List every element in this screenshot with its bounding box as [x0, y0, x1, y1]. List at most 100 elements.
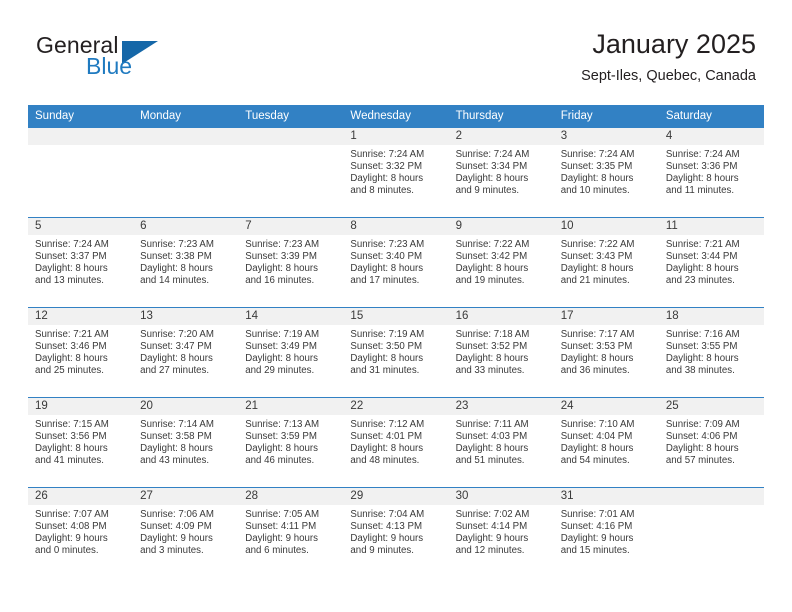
day-cell[interactable]	[28, 128, 134, 217]
day-cell[interactable]: 2 Sunrise: 7:24 AM Sunset: 3:34 PM Dayli…	[448, 128, 554, 217]
day-cell[interactable]: 17 Sunrise: 7:17 AM Sunset: 3:53 PM Dayl…	[553, 308, 659, 397]
day-cell[interactable]: 7 Sunrise: 7:23 AM Sunset: 3:39 PM Dayli…	[238, 218, 344, 307]
daylight-text-line1: Daylight: 8 hours	[455, 442, 529, 454]
weekday-header-sunday: Sunday	[35, 110, 75, 122]
day-number-band: 24	[553, 398, 659, 415]
daylight-text-line2: and 38 minutes.	[665, 364, 735, 376]
day-cell[interactable]	[238, 128, 344, 217]
sunrise-text: Sunrise: 7:01 AM	[560, 509, 635, 520]
sunrise-text: Sunrise: 7:11 AM	[455, 419, 529, 430]
day-number-band: 14	[238, 308, 344, 325]
day-cell[interactable]: 1 Sunrise: 7:24 AM Sunset: 3:32 PM Dayli…	[343, 128, 449, 217]
day-cell[interactable]: 4 Sunrise: 7:24 AM Sunset: 3:36 PM Dayli…	[658, 128, 764, 217]
day-cell[interactable]: 20 Sunrise: 7:14 AM Sunset: 3:58 PM Dayl…	[133, 398, 239, 487]
day-details: Sunrise: 7:23 AM Sunset: 3:40 PM Dayligh…	[343, 235, 448, 287]
day-number: 10	[560, 220, 574, 232]
day-cell[interactable]: 22 Sunrise: 7:12 AM Sunset: 4:01 PM Dayl…	[343, 398, 449, 487]
day-details: Sunrise: 7:24 AM Sunset: 3:37 PM Dayligh…	[28, 235, 133, 287]
day-cell[interactable]: 10 Sunrise: 7:22 AM Sunset: 3:43 PM Dayl…	[553, 218, 659, 307]
sunset-text: Sunset: 4:06 PM	[665, 430, 738, 442]
day-cell[interactable]	[133, 128, 239, 217]
day-details	[133, 145, 238, 149]
calendar-grid: Sunday Monday Tuesday Wednesday Thursday…	[28, 105, 764, 577]
daylight-text-line2: and 43 minutes.	[140, 454, 210, 466]
day-number: 7	[245, 220, 252, 232]
location-subtitle: Sept-Iles, Quebec, Canada	[581, 68, 756, 84]
day-details: Sunrise: 7:24 AM Sunset: 3:34 PM Dayligh…	[449, 145, 554, 197]
sunrise-text: Sunrise: 7:16 AM	[665, 329, 740, 340]
sunset-text: Sunset: 3:37 PM	[35, 250, 107, 262]
daylight-text-line1: Daylight: 9 hours	[245, 532, 318, 544]
day-cell[interactable]: 27 Sunrise: 7:06 AM Sunset: 4:09 PM Dayl…	[133, 488, 239, 577]
daylight-text-line1: Daylight: 8 hours	[245, 262, 318, 274]
day-number: 24	[560, 400, 574, 412]
sunrise-text: Sunrise: 7:04 AM	[350, 509, 425, 520]
day-cell[interactable]: 13 Sunrise: 7:20 AM Sunset: 3:47 PM Dayl…	[133, 308, 239, 397]
sunrise-text: Sunrise: 7:22 AM	[455, 239, 530, 250]
day-number-band: 2	[448, 128, 554, 145]
daylight-text-line1: Daylight: 9 hours	[140, 532, 213, 544]
weekday-header-friday: Friday	[560, 110, 593, 122]
day-details: Sunrise: 7:07 AM Sunset: 4:08 PM Dayligh…	[28, 505, 133, 557]
sunrise-text: Sunrise: 7:21 AM	[665, 239, 740, 250]
day-cell[interactable]: 18 Sunrise: 7:16 AM Sunset: 3:55 PM Dayl…	[658, 308, 764, 397]
day-cell[interactable]: 19 Sunrise: 7:15 AM Sunset: 3:56 PM Dayl…	[28, 398, 134, 487]
day-cell[interactable]: 15 Sunrise: 7:19 AM Sunset: 3:50 PM Dayl…	[343, 308, 449, 397]
daylight-text-line2: and 54 minutes.	[560, 454, 630, 466]
day-cell[interactable]: 23 Sunrise: 7:11 AM Sunset: 4:03 PM Dayl…	[448, 398, 554, 487]
day-details: Sunrise: 7:16 AM Sunset: 3:55 PM Dayligh…	[659, 325, 764, 377]
sunset-text: Sunset: 3:59 PM	[245, 430, 317, 442]
day-cell[interactable]: 21 Sunrise: 7:13 AM Sunset: 3:59 PM Dayl…	[238, 398, 344, 487]
day-cell[interactable]: 24 Sunrise: 7:10 AM Sunset: 4:04 PM Dayl…	[553, 398, 659, 487]
sunrise-text: Sunrise: 7:23 AM	[245, 239, 320, 250]
daylight-text-line2: and 12 minutes.	[455, 544, 525, 556]
daylight-text-line2: and 10 minutes.	[560, 184, 630, 196]
day-number: 26	[35, 490, 48, 502]
sunrise-text: Sunrise: 7:24 AM	[455, 149, 530, 160]
daylight-text-line1: Daylight: 9 hours	[560, 532, 634, 544]
day-number-band: 22	[343, 398, 449, 415]
sunset-text: Sunset: 4:14 PM	[455, 520, 528, 532]
day-cell[interactable]: 30 Sunrise: 7:02 AM Sunset: 4:14 PM Dayl…	[448, 488, 554, 577]
day-number: 16	[455, 310, 469, 322]
day-cell[interactable]: 25 Sunrise: 7:09 AM Sunset: 4:06 PM Dayl…	[658, 398, 764, 487]
daylight-text-line2: and 25 minutes.	[35, 364, 104, 376]
sunset-text: Sunset: 3:34 PM	[455, 160, 528, 172]
daylight-text-line1: Daylight: 8 hours	[455, 172, 529, 184]
daylight-text-line2: and 13 minutes.	[35, 274, 104, 286]
week-row: 12 Sunrise: 7:21 AM Sunset: 3:46 PM Dayl…	[28, 307, 764, 397]
day-cell[interactable]: 3 Sunrise: 7:24 AM Sunset: 3:35 PM Dayli…	[553, 128, 659, 217]
sunrise-text: Sunrise: 7:24 AM	[35, 239, 109, 250]
sunset-text: Sunset: 3:47 PM	[140, 340, 212, 352]
day-cell[interactable]: 31 Sunrise: 7:01 AM Sunset: 4:16 PM Dayl…	[553, 488, 659, 577]
weekday-header-tuesday: Tuesday	[245, 110, 289, 122]
day-number-band: 18	[658, 308, 764, 325]
day-cell[interactable]: 8 Sunrise: 7:23 AM Sunset: 3:40 PM Dayli…	[343, 218, 449, 307]
calendar-page: General Blue January 2025 Sept-Iles, Que…	[0, 0, 792, 612]
day-details: Sunrise: 7:11 AM Sunset: 4:03 PM Dayligh…	[449, 415, 554, 467]
day-number: 14	[245, 310, 259, 322]
day-number-band: 28	[238, 488, 344, 505]
daylight-text-line2: and 29 minutes.	[245, 364, 315, 376]
day-cell[interactable]: 9 Sunrise: 7:22 AM Sunset: 3:42 PM Dayli…	[448, 218, 554, 307]
day-cell[interactable]: 29 Sunrise: 7:04 AM Sunset: 4:13 PM Dayl…	[343, 488, 449, 577]
day-number-band: 30	[448, 488, 554, 505]
day-cell[interactable]: 12 Sunrise: 7:21 AM Sunset: 3:46 PM Dayl…	[28, 308, 134, 397]
day-cell[interactable]: 14 Sunrise: 7:19 AM Sunset: 3:49 PM Dayl…	[238, 308, 344, 397]
day-cell[interactable]	[658, 488, 764, 577]
day-cell[interactable]: 11 Sunrise: 7:21 AM Sunset: 3:44 PM Dayl…	[658, 218, 764, 307]
day-cell[interactable]: 16 Sunrise: 7:18 AM Sunset: 3:52 PM Dayl…	[448, 308, 554, 397]
sunset-text: Sunset: 4:11 PM	[245, 520, 317, 532]
day-number-band: 4	[658, 128, 764, 145]
weekday-header-monday: Monday	[140, 110, 182, 122]
weekday-header-wednesday: Wednesday	[350, 110, 411, 122]
daylight-text-line2: and 41 minutes.	[35, 454, 104, 466]
day-cell[interactable]: 26 Sunrise: 7:07 AM Sunset: 4:08 PM Dayl…	[28, 488, 134, 577]
day-cell[interactable]: 28 Sunrise: 7:05 AM Sunset: 4:11 PM Dayl…	[238, 488, 344, 577]
sunset-text: Sunset: 3:53 PM	[560, 340, 633, 352]
day-details: Sunrise: 7:15 AM Sunset: 3:56 PM Dayligh…	[28, 415, 133, 467]
day-cell[interactable]: 6 Sunrise: 7:23 AM Sunset: 3:38 PM Dayli…	[133, 218, 239, 307]
day-cell[interactable]: 5 Sunrise: 7:24 AM Sunset: 3:37 PM Dayli…	[28, 218, 134, 307]
day-details: Sunrise: 7:24 AM Sunset: 3:35 PM Dayligh…	[554, 145, 659, 197]
page-header: General Blue January 2025 Sept-Iles, Que…	[28, 28, 756, 98]
